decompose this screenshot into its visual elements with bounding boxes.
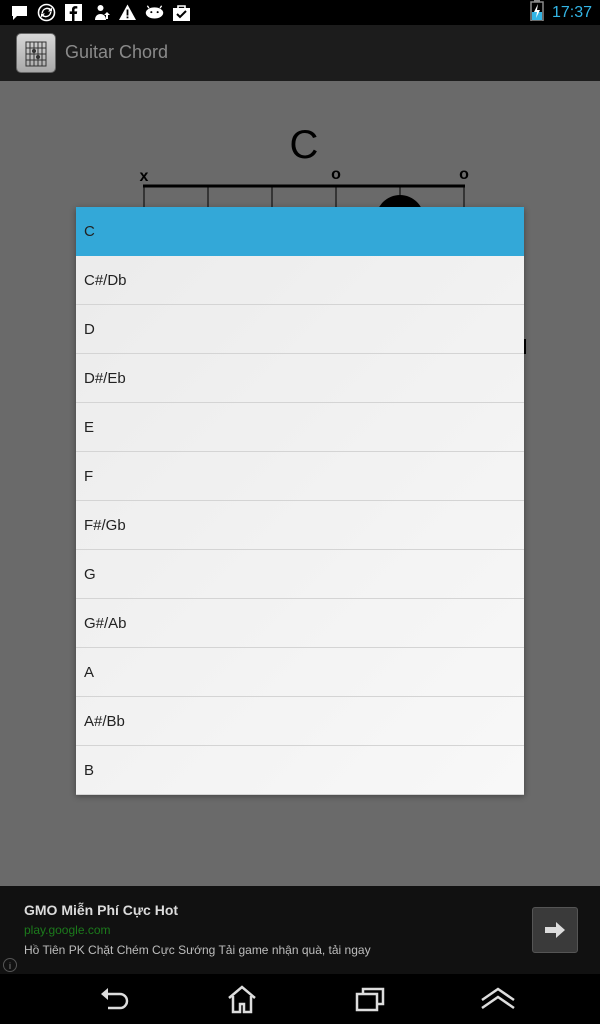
chord-option-d[interactable]: D: [76, 305, 524, 354]
string-marker-open: o: [459, 166, 469, 183]
string-marker-mute: x: [140, 168, 149, 185]
menu-up-button[interactable]: [480, 984, 516, 1014]
checkbag-icon: [172, 3, 191, 22]
chord-option-fsharp-gb[interactable]: F#/Gb: [76, 501, 524, 550]
upload-icon: [91, 3, 110, 22]
ad-description: Hồ Tiên PK Chặt Chém Cực Sướng Tải game …: [24, 943, 371, 957]
info-icon[interactable]: i: [3, 958, 17, 972]
chord-option-b[interactable]: B: [76, 746, 524, 795]
chat-icon: [10, 3, 29, 22]
ad-title[interactable]: GMO Miễn Phí Cực Hot: [24, 902, 178, 918]
ad-open-button[interactable]: [532, 907, 578, 953]
chord-option-gsharp-ab[interactable]: G#/Ab: [76, 599, 524, 648]
chord-picker-dialog: C C#/Db D D#/Eb E F F#/Gb G G#/Ab A A#/B…: [76, 207, 524, 795]
status-right: 17:37: [530, 0, 592, 26]
android-icon: [145, 3, 164, 22]
menu-up-icon: [481, 987, 515, 1010]
recents-icon: [355, 987, 385, 1012]
battery-charging-icon: [530, 0, 544, 26]
chord-option-asharp-bb[interactable]: A#/Bb: [76, 697, 524, 746]
ad-banner[interactable]: GMO Miễn Phí Cực Hot play.google.com Hồ …: [0, 886, 600, 974]
recents-button[interactable]: [352, 984, 388, 1014]
app-icon[interactable]: [16, 33, 56, 73]
chord-option-a[interactable]: A: [76, 648, 524, 697]
back-icon: [101, 988, 129, 1010]
string-marker-open: o: [331, 166, 341, 183]
notification-icons: [10, 3, 191, 22]
chord-grid-icon: [25, 41, 47, 67]
clock: 17:37: [551, 3, 592, 21]
chord-option-f[interactable]: F: [76, 452, 524, 501]
chord-option-csharp-db[interactable]: C#/Db: [76, 256, 524, 305]
chord-option-c[interactable]: C: [76, 207, 524, 256]
chord-option-g[interactable]: G: [76, 550, 524, 599]
back-button[interactable]: [96, 984, 132, 1014]
facebook-icon: [64, 3, 83, 22]
arrow-right-icon: [545, 922, 565, 938]
status-bar: 17:37: [0, 0, 600, 25]
sync-icon: [37, 3, 56, 22]
warning-icon: [118, 3, 137, 22]
ad-url[interactable]: play.google.com: [24, 923, 111, 937]
chord-option-dsharp-eb[interactable]: D#/Eb: [76, 354, 524, 403]
app-title: Guitar Chord: [65, 42, 169, 62]
home-icon: [228, 985, 256, 1014]
action-bar: Guitar Chord: [0, 25, 600, 81]
chord-option-e[interactable]: E: [76, 403, 524, 452]
navigation-bar: [0, 974, 600, 1024]
home-button[interactable]: [224, 984, 260, 1014]
